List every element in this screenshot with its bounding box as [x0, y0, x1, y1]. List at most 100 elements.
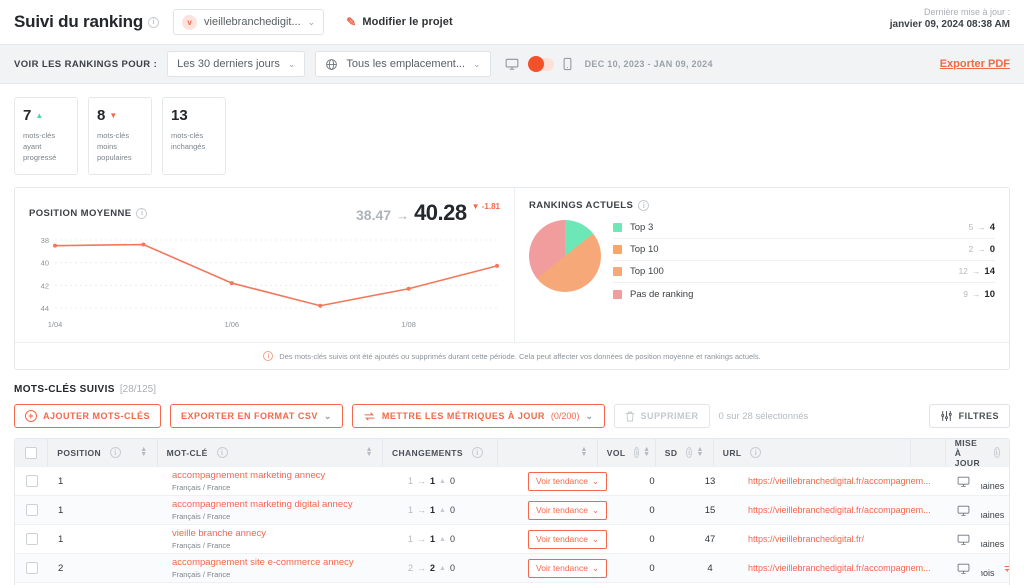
filters-button[interactable]: FILTRES: [928, 404, 1010, 428]
legend-item[interactable]: Top 3 5 → 4: [613, 217, 995, 239]
view-trend-button[interactable]: Voir tendance ⌄: [528, 529, 608, 549]
row-select-cell[interactable]: [15, 467, 49, 496]
sliders-icon: [940, 410, 953, 422]
note-text: Des mots-clés suivis ont été ajoutés ou …: [279, 351, 761, 361]
column-header-keyword[interactable]: MOT-CLÉ i ▲ ▼: [158, 439, 383, 466]
sort-icon[interactable]: ▲ ▼: [366, 446, 373, 457]
info-icon[interactable]: i: [216, 447, 228, 458]
cell-device: [945, 554, 981, 583]
sort-icon[interactable]: ▲ ▼: [696, 446, 703, 457]
info-icon[interactable]: i: [148, 16, 160, 28]
legend-old: 12: [958, 266, 968, 276]
info-icon[interactable]: i: [110, 447, 122, 458]
column-header-trend[interactable]: ▲ ▼: [498, 439, 598, 466]
info-icon[interactable]: i: [136, 207, 148, 219]
ranking-tracker-page: Suivi du ranking i v vieillebranchedigit…: [0, 0, 1024, 585]
table-row[interactable]: 1 accompagnement marketing annecy Français…: [15, 466, 1009, 495]
row-select-cell[interactable]: [15, 554, 49, 583]
row-select-cell[interactable]: [15, 496, 49, 525]
legend-swatch: [613, 267, 622, 276]
keywords-count: [28/125]: [119, 384, 157, 395]
row-checkbox[interactable]: [26, 562, 38, 574]
keyword-link[interactable]: accompagnement marketing digital annecy: [172, 499, 353, 510]
info-icon[interactable]: i: [750, 447, 762, 458]
refresh-icon[interactable]: [1003, 563, 1009, 573]
column-header-url[interactable]: URL i: [714, 439, 911, 466]
select-all-checkbox[interactable]: [25, 446, 38, 459]
line-chart-x-axis: 1/04 1/06 1/08: [48, 320, 500, 334]
device-toggle-switch[interactable]: [527, 56, 554, 72]
column-label: CHANGEMENTS: [391, 447, 463, 458]
mobile-icon[interactable]: [563, 57, 572, 71]
arrow-icon: →: [417, 563, 427, 573]
chevron-down-icon: ⌄: [591, 533, 600, 544]
project-selector[interactable]: v vieillebranchedigit... ⌄: [173, 9, 325, 35]
keyword-link[interactable]: accompagnement marketing annecy: [172, 470, 325, 481]
sort-icon[interactable]: ▲ ▼: [580, 446, 587, 457]
row-select-cell[interactable]: [15, 525, 49, 554]
sort-icon[interactable]: ▲ ▼: [643, 446, 650, 457]
table-row[interactable]: 1 accompagnement marketing digital annecy…: [15, 495, 1009, 524]
column-header-updated[interactable]: MISE À JOUR i: [946, 439, 1009, 468]
change-old: 2: [408, 563, 414, 573]
keyword-link[interactable]: accompagnement site e-commerce annecy: [172, 557, 354, 568]
legend-values: 9 → 10: [963, 289, 995, 300]
column-header-volume[interactable]: VOL i ▲ ▼: [598, 439, 656, 466]
legend-item[interactable]: Pas de ranking 9 → 10: [613, 283, 995, 305]
rankings-legend: Top 3 5 → 4 Top 10 2 → 0 Top 100 12 → 14 Pas de rank…: [613, 217, 995, 305]
info-icon[interactable]: i: [634, 447, 640, 458]
add-keywords-button[interactable]: + AJOUTER MOTS-CLÉS: [14, 404, 162, 428]
globe-icon: [325, 58, 338, 71]
info-icon[interactable]: i: [686, 447, 693, 458]
cell-device: [945, 467, 981, 496]
stat-card-unchanged: 13 mots-clés inchangés: [162, 97, 226, 175]
row-checkbox[interactable]: [26, 504, 38, 516]
delete-button[interactable]: SUPPRIMER: [613, 404, 710, 428]
edit-project-button[interactable]: ✎ Modifier le projet: [346, 15, 453, 29]
view-trend-button[interactable]: Voir tendance ⌄: [528, 500, 608, 520]
table-row[interactable]: 1 vieille branche annecy Français / France…: [15, 524, 1009, 553]
view-trend-button[interactable]: Voir tendance ⌄: [528, 471, 608, 491]
row-checkbox[interactable]: [26, 533, 38, 545]
desktop-icon[interactable]: [505, 57, 519, 71]
update-metrics-button[interactable]: METTRE LES MÉTRIQUES À JOUR (0/200) ⌄: [351, 404, 605, 428]
info-icon[interactable]: i: [638, 200, 650, 211]
row-checkbox[interactable]: [26, 475, 38, 487]
select-all-header[interactable]: [15, 439, 49, 466]
column-header-sd[interactable]: SD i ▲ ▼: [656, 439, 714, 466]
cell-trend: Voir tendance ⌄: [519, 525, 623, 554]
location-select-value: Tous les emplacement...: [346, 58, 466, 70]
cell-changes: 2 → 2 ▲ 0: [399, 554, 519, 583]
url-link[interactable]: https://vieillebranchedigital.fr/accompa…: [748, 563, 931, 573]
chevron-down-icon: ⌄: [591, 562, 600, 573]
legend-item[interactable]: Top 100 12 → 14: [613, 261, 995, 283]
sort-icon[interactable]: ▲ ▼: [140, 446, 147, 457]
legend-values: 12 → 14: [958, 266, 995, 277]
legend-item[interactable]: Top 10 2 → 0: [613, 239, 995, 261]
x-tick-label: 1/04: [47, 320, 63, 329]
column-header-position[interactable]: POSITION i ▲ ▼: [48, 439, 158, 466]
info-icon[interactable]: i: [471, 447, 483, 458]
cell-device: [945, 496, 981, 525]
table-row[interactable]: 2 accompagnement site e-commerce annecy Fr…: [15, 553, 1009, 582]
change-delta: 0: [449, 563, 455, 573]
url-link[interactable]: https://vieillebranchedigital.fr/accompa…: [748, 476, 931, 486]
change-old: 1: [408, 505, 414, 515]
column-header-changes[interactable]: CHANGEMENTS i: [383, 439, 498, 466]
keyword-link[interactable]: vieille branche annecy: [172, 528, 266, 539]
period-select[interactable]: Les 30 derniers jours ⌄: [167, 51, 306, 77]
url-link[interactable]: https://vieillebranchedigital.fr/accompa…: [748, 505, 931, 515]
project-name: vieillebranchedigit...: [204, 16, 301, 28]
chevron-down-icon: ⌄: [591, 475, 600, 486]
view-trend-button[interactable]: Voir tendance ⌄: [528, 558, 608, 578]
panel-title: POSITION MOYENNE: [29, 207, 132, 219]
info-icon[interactable]: i: [993, 447, 1000, 458]
page-title: Suivi du ranking: [14, 12, 144, 31]
export-csv-label: EXPORTER EN FORMAT CSV: [181, 411, 318, 421]
location-select[interactable]: Tous les emplacement... ⌄: [315, 51, 491, 77]
export-pdf-link[interactable]: Exporter PDF: [940, 58, 1010, 70]
url-link[interactable]: https://vieillebranchedigital.fr/: [748, 534, 864, 544]
export-csv-button[interactable]: EXPORTER EN FORMAT CSV ⌄: [170, 404, 343, 428]
keywords-toolbar: + AJOUTER MOTS-CLÉS EXPORTER EN FORMAT C…: [14, 404, 1010, 428]
device-toggle-group: [505, 56, 572, 72]
